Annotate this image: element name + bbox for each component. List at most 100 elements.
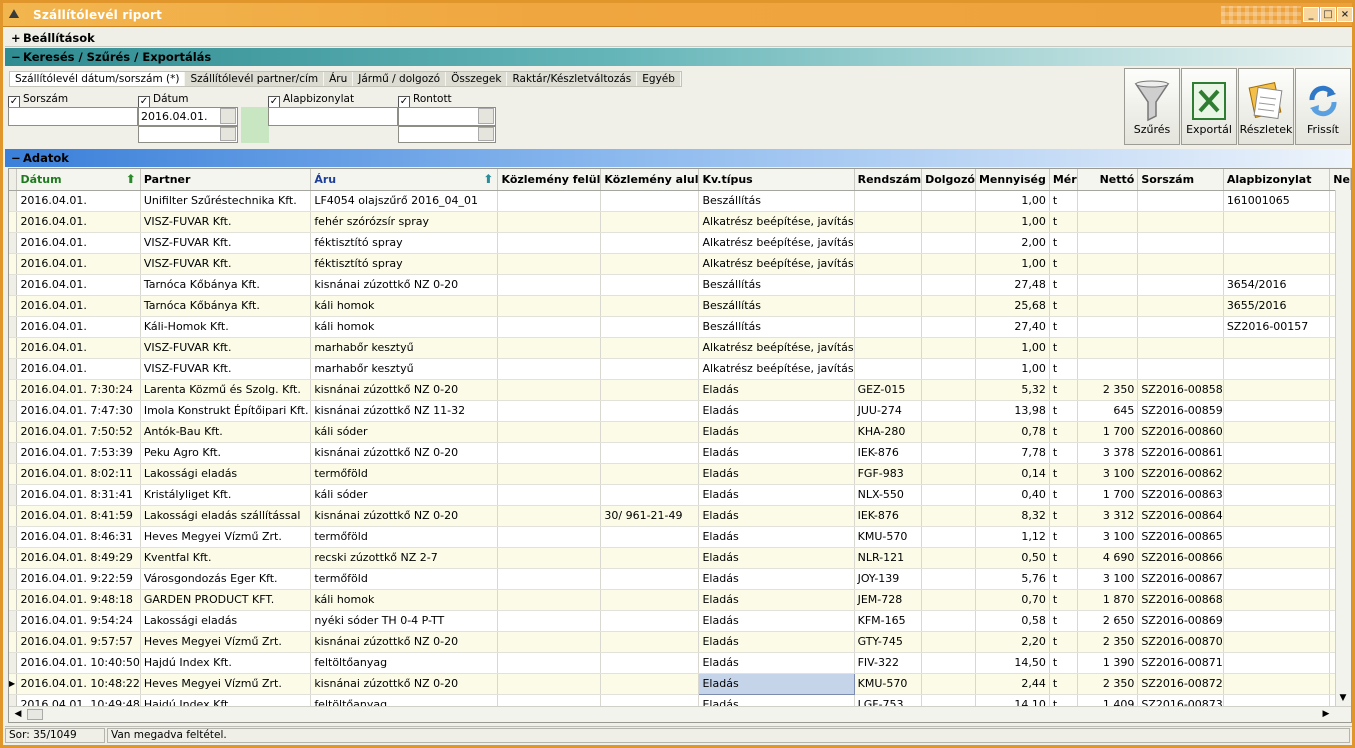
table-cell[interactable]: termőföld xyxy=(310,463,499,485)
refresh-button[interactable]: Frissít xyxy=(1295,68,1351,145)
table-cell[interactable]: 5,76 xyxy=(975,568,1050,590)
scroll-right-icon[interactable]: ▶ xyxy=(1319,707,1333,721)
table-row[interactable]: ▶ 2016.04.01. 10:48:22 Heves Megyei Vízmű … xyxy=(9,672,1351,695)
table-cell[interactable] xyxy=(1137,358,1224,380)
table-cell[interactable] xyxy=(921,526,976,548)
table-cell[interactable]: káli homok xyxy=(310,316,499,338)
table-cell[interactable]: káli sóder xyxy=(310,484,499,506)
table-cell[interactable]: Beszállítás xyxy=(698,274,855,296)
table-row[interactable]: 2016.04.01. 7:50:52 Antók-Bau Kft. káli só… xyxy=(9,421,1351,443)
table-cell[interactable]: SZ2016-00868 xyxy=(1137,589,1224,611)
table-cell[interactable]: FIV-322 xyxy=(854,652,923,674)
table-cell[interactable]: 7,78 xyxy=(975,442,1050,464)
table-cell[interactable]: Eladás xyxy=(698,568,855,590)
table-cell[interactable] xyxy=(1137,274,1224,296)
table-cell[interactable] xyxy=(854,190,923,212)
table-cell[interactable]: kisnánai zúzottkő NZ 0-20 xyxy=(310,673,499,695)
table-cell[interactable] xyxy=(921,631,976,653)
table-cell[interactable]: t xyxy=(1049,379,1078,401)
col-header-kozlemeny-alul[interactable]: Közlemény alul xyxy=(600,169,700,191)
table-row[interactable]: 2016.04.01. 7:30:24 Larenta Közmű és Szol… xyxy=(9,379,1351,401)
table-cell[interactable]: Heves Megyei Vízmű Zrt. xyxy=(140,526,312,548)
table-cell[interactable] xyxy=(921,547,976,569)
table-cell[interactable]: kisnánai zúzottkő NZ 0-20 xyxy=(310,379,499,401)
table-row[interactable]: 2016.04.01. 9:48:18 GARDEN PRODUCT KFT. ká… xyxy=(9,589,1351,611)
tab-vehicle-worker[interactable]: Jármű / dolgozó xyxy=(353,72,447,86)
table-row[interactable]: 2016.04.01. 8:02:11 Lakossági eladás termő… xyxy=(9,463,1351,485)
table-cell[interactable] xyxy=(921,484,976,506)
table-cell[interactable]: Tarnóca Kőbánya Kft. xyxy=(140,274,312,296)
table-cell[interactable] xyxy=(921,358,976,380)
table-cell[interactable]: 0,70 xyxy=(975,589,1050,611)
table-cell[interactable]: Tarnóca Kőbánya Kft. xyxy=(140,295,312,317)
table-cell[interactable] xyxy=(600,610,700,632)
table-cell[interactable]: 2016.04.01. 9:54:24 xyxy=(16,610,141,632)
horizontal-scrollbar[interactable]: ◀ ▶ xyxy=(9,706,1351,722)
table-row[interactable]: 2016.04.01. Káli-Homok Kft. káli homok Besz… xyxy=(9,316,1351,338)
table-cell[interactable]: 2016.04.01. 10:40:50 xyxy=(16,652,141,674)
table-cell[interactable]: KMU-570 xyxy=(854,526,923,548)
table-cell[interactable]: Beszállítás xyxy=(698,190,855,212)
row-indicator[interactable] xyxy=(9,589,18,611)
table-cell[interactable] xyxy=(600,547,700,569)
table-cell[interactable]: 2016.04.01. xyxy=(16,190,141,212)
table-cell[interactable]: SZ2016-00871 xyxy=(1137,652,1224,674)
table-cell[interactable]: 2016.04.01. xyxy=(16,337,141,359)
table-cell[interactable] xyxy=(1077,232,1139,254)
table-cell[interactable] xyxy=(921,568,976,590)
table-cell[interactable] xyxy=(921,379,976,401)
table-cell[interactable]: t xyxy=(1049,631,1078,653)
table-cell[interactable]: VISZ-FUVAR Kft. xyxy=(140,358,312,380)
table-cell[interactable]: 2 350 xyxy=(1077,673,1139,695)
table-cell[interactable] xyxy=(600,673,700,695)
table-cell[interactable]: 3 100 xyxy=(1077,526,1139,548)
table-cell[interactable]: Alkatrész beépítése, javítás xyxy=(698,253,855,275)
table-cell[interactable]: Eladás xyxy=(698,672,855,695)
sorszam-input[interactable] xyxy=(8,107,138,126)
table-cell[interactable] xyxy=(1077,190,1139,212)
table-cell[interactable]: Eladás xyxy=(698,547,855,569)
table-cell[interactable]: Alkatrész beépítése, javítás xyxy=(698,337,855,359)
table-cell[interactable] xyxy=(497,316,602,338)
table-cell[interactable]: t xyxy=(1049,526,1078,548)
table-cell[interactable]: 2,20 xyxy=(975,631,1050,653)
table-cell[interactable]: t xyxy=(1049,463,1078,485)
table-cell[interactable]: feltöltőanyag xyxy=(310,652,499,674)
table-cell[interactable] xyxy=(497,211,602,233)
search-section-header[interactable]: − Keresés / Szűrés / Exportálás xyxy=(5,48,1352,66)
table-cell[interactable]: Eladás xyxy=(698,505,855,527)
row-indicator[interactable] xyxy=(9,358,18,380)
table-cell[interactable]: Eladás xyxy=(698,463,855,485)
table-cell[interactable]: 2016.04.01. 9:48:18 xyxy=(16,589,141,611)
table-cell[interactable]: 5,32 xyxy=(975,379,1050,401)
table-cell[interactable]: VISZ-FUVAR Kft. xyxy=(140,232,312,254)
table-cell[interactable]: t xyxy=(1049,358,1078,380)
table-cell[interactable] xyxy=(921,421,976,443)
table-cell[interactable]: Alkatrész beépítése, javítás xyxy=(698,211,855,233)
table-cell[interactable]: Eladás xyxy=(698,652,855,674)
table-cell[interactable] xyxy=(497,274,602,296)
table-cell[interactable]: SZ2016-00870 xyxy=(1137,631,1224,653)
col-header-ne[interactable]: Ne xyxy=(1329,169,1351,191)
table-cell[interactable] xyxy=(1223,442,1331,464)
tab-other[interactable]: Egyéb xyxy=(637,72,681,86)
rontott-filter-checkbox[interactable]: ✓ Rontott xyxy=(398,93,452,108)
tab-goods[interactable]: Áru xyxy=(324,72,354,86)
table-cell[interactable]: LF4054 olajszűrő 2016_04_01 xyxy=(310,190,499,212)
table-cell[interactable]: t xyxy=(1049,400,1078,422)
table-cell[interactable]: 1,00 xyxy=(975,337,1050,359)
row-indicator[interactable] xyxy=(9,652,18,674)
table-cell[interactable]: 0,40 xyxy=(975,484,1050,506)
table-cell[interactable]: 2016.04.01. 10:48:22 xyxy=(16,673,141,695)
table-cell[interactable]: Hajdú Index Kft. xyxy=(140,652,312,674)
settings-section-header[interactable]: + Beállítások xyxy=(5,29,1352,47)
table-cell[interactable] xyxy=(1223,400,1331,422)
table-cell[interactable]: t xyxy=(1049,295,1078,317)
table-cell[interactable]: SZ2016-00863 xyxy=(1137,484,1224,506)
table-cell[interactable]: marhabőr kesztyű xyxy=(310,358,499,380)
row-indicator[interactable] xyxy=(9,463,18,485)
table-cell[interactable] xyxy=(600,211,700,233)
table-cell[interactable]: Eladás xyxy=(698,484,855,506)
table-cell[interactable]: recski zúzottkő NZ 2-7 xyxy=(310,547,499,569)
table-cell[interactable]: 25,68 xyxy=(975,295,1050,317)
